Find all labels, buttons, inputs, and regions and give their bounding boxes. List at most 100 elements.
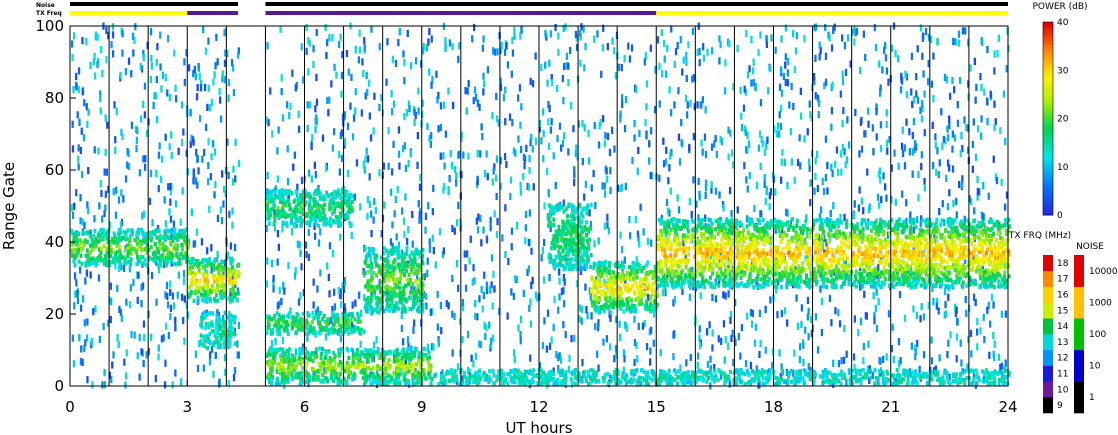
heatmap-cell (219, 273, 222, 278)
heatmap-cell (863, 130, 866, 138)
heatmap-cell (884, 54, 888, 62)
heatmap-cell (323, 355, 327, 360)
heatmap-cell (527, 183, 531, 191)
heatmap-cell (160, 85, 163, 93)
heatmap-cell (992, 301, 995, 309)
txfreq-bar-segment (187, 11, 239, 15)
heatmap-cell (507, 257, 510, 266)
heatmap-cell (491, 112, 494, 120)
heatmap-cell (349, 318, 353, 323)
heatmap-cell (199, 84, 203, 92)
heatmap-cell (548, 342, 552, 350)
heatmap-cell (99, 179, 102, 188)
heatmap-cell (79, 253, 83, 258)
heatmap-cell (489, 224, 492, 232)
heatmap-cell (281, 347, 285, 352)
heatmap-cell (597, 324, 600, 332)
heatmap-cell (345, 190, 349, 195)
heatmap-cell (397, 372, 401, 377)
heatmap-cell (285, 377, 289, 383)
heatmap-cell (395, 363, 399, 368)
heatmap-cell (127, 249, 131, 255)
heatmap-cell (339, 33, 342, 41)
heatmap-cell (318, 346, 322, 351)
heatmap-cell (165, 281, 169, 289)
heatmap-cell (431, 234, 434, 242)
heatmap-cell (583, 64, 586, 72)
heatmap-cell (167, 235, 171, 240)
heatmap-cell (914, 140, 917, 148)
heatmap-cell (182, 128, 185, 136)
heatmap-cell (156, 43, 159, 51)
heatmap-cell (226, 251, 230, 259)
heatmap-cell (841, 119, 844, 127)
heatmap-cell (210, 311, 214, 316)
heatmap-cell (131, 32, 135, 40)
heatmap-cell (369, 265, 373, 270)
heatmap-cell (340, 71, 344, 79)
heatmap-cell (234, 280, 238, 285)
heatmap-cell (542, 155, 545, 163)
heatmap-cell (908, 128, 911, 136)
heatmap-cell (265, 280, 268, 288)
heatmap-cell (808, 158, 811, 166)
heatmap-cell (308, 357, 312, 362)
heatmap-cell (547, 118, 550, 126)
heatmap-cell (794, 47, 798, 55)
heatmap-cell (779, 122, 782, 131)
heatmap-cell (84, 339, 87, 347)
heatmap-cell (375, 263, 379, 268)
heatmap-cell (669, 152, 672, 160)
heatmap-cell (886, 147, 889, 155)
heatmap-cell (862, 30, 865, 38)
heatmap-cell (606, 132, 610, 141)
heatmap-cell (976, 187, 979, 196)
heatmap-cell (349, 208, 352, 214)
heatmap-cell (774, 46, 777, 54)
heatmap-cell (814, 172, 817, 180)
heatmap-cell (331, 144, 334, 152)
heatmap-cell (227, 343, 231, 349)
heatmap-cell (495, 231, 499, 239)
heatmap-cell (381, 357, 385, 362)
heatmap-cell (431, 208, 434, 216)
heatmap-cell (86, 120, 89, 128)
heatmap-cell (637, 146, 640, 155)
heatmap-cell (411, 377, 415, 382)
heatmap-cell (759, 99, 763, 107)
heatmap-cell (157, 185, 160, 193)
heatmap-cell (309, 194, 313, 199)
heatmap-cell (597, 364, 600, 372)
heatmap-cell (169, 280, 172, 288)
heatmap-cell (666, 44, 669, 52)
heatmap-cell (572, 237, 576, 242)
heatmap-cell (170, 227, 174, 233)
heatmap-cell (112, 188, 115, 196)
heatmap-cell (757, 381, 760, 389)
heatmap-cell (743, 85, 746, 93)
heatmap-cell (97, 257, 101, 262)
heatmap-cell (301, 346, 305, 351)
heatmap-cell (143, 210, 146, 218)
heatmap-cell (198, 339, 201, 348)
heatmap-cell (965, 124, 968, 132)
heatmap-cell (312, 301, 315, 309)
heatmap-cell (660, 29, 663, 37)
heatmap-cell (369, 255, 372, 263)
heatmap-cell (361, 375, 365, 381)
heatmap-cell (121, 30, 124, 38)
heatmap-cell (673, 101, 676, 109)
heatmap-cell (140, 300, 143, 308)
heatmap-cell (220, 259, 224, 264)
heatmap-cell (228, 337, 232, 342)
heatmap-cell (115, 186, 118, 194)
heatmap-cell (593, 121, 596, 130)
heatmap-cell (401, 207, 404, 215)
heatmap-cell (971, 140, 974, 148)
heatmap-cell (974, 153, 978, 161)
heatmap-cell (719, 135, 722, 143)
heatmap-cell (367, 285, 371, 290)
heatmap-cell (953, 86, 956, 94)
heatmap-cell (319, 228, 322, 236)
heatmap-cell (552, 217, 556, 222)
